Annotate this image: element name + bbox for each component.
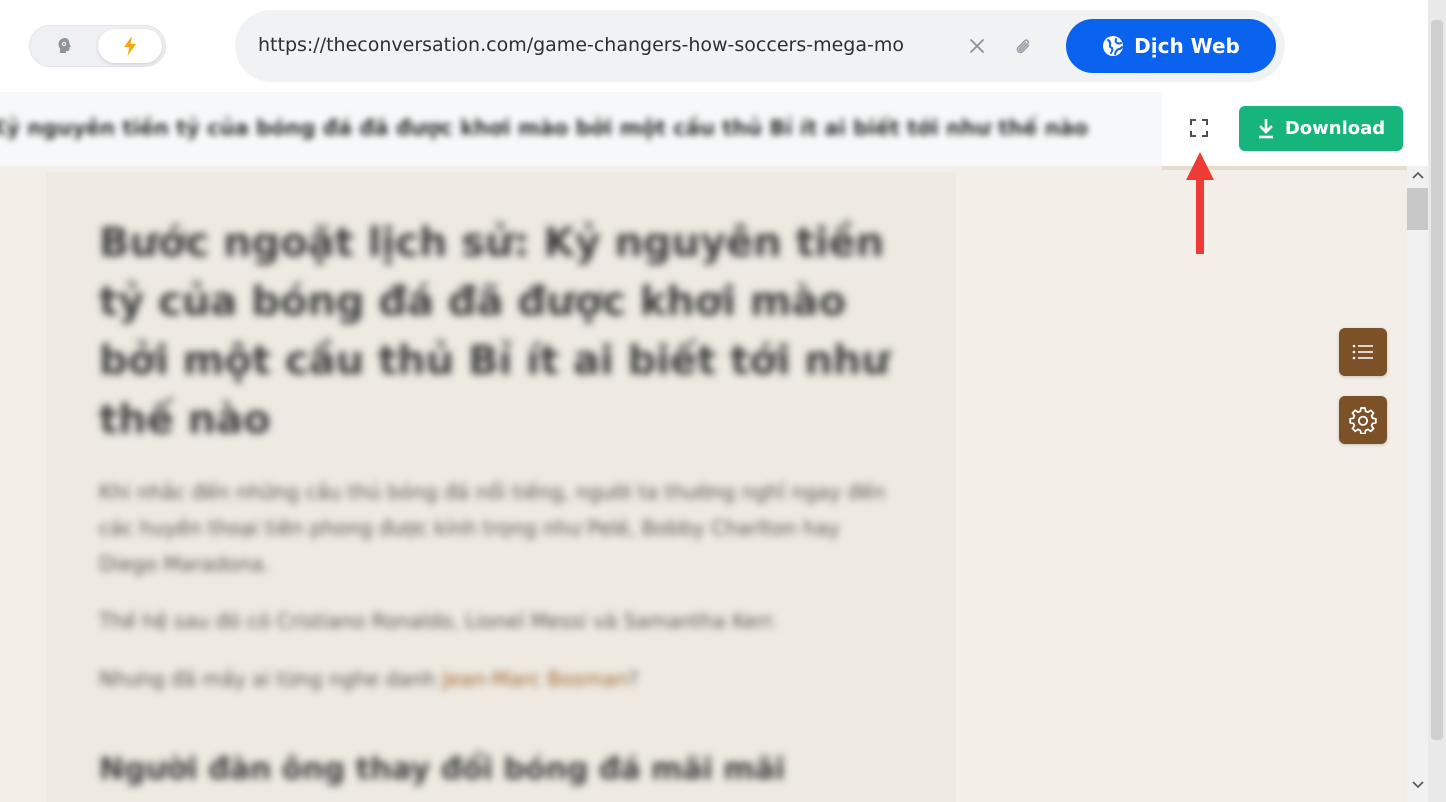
brain-icon [58, 38, 71, 53]
chevron-up-icon[interactable] [1407, 166, 1428, 184]
window-scrollbar-thumb[interactable] [1431, 20, 1443, 740]
download-button[interactable]: Download [1239, 106, 1403, 151]
paperclip-icon[interactable] [1011, 34, 1037, 60]
translate-web-button[interactable]: Dịch Web [1066, 19, 1276, 73]
article-paragraph: Khi nhắc đến những cầu thủ bóng đá nổi t… [99, 480, 886, 576]
article-paragraph: Nhưng đã mấy ai từng nghe danh Jean-Marc… [99, 661, 899, 697]
article-title: Bước ngoặt lịch sử: Kỷ nguyên tiền tỷ củ… [99, 220, 890, 443]
window-scrollbar[interactable] [1428, 0, 1446, 802]
url-input[interactable]: https://theconversation.com/game-changer… [258, 34, 954, 60]
annotation-arrow [1186, 152, 1214, 254]
download-icon [1258, 118, 1273, 138]
mode-option-brain[interactable] [34, 29, 96, 63]
top-bar: https://theconversation.com/game-changer… [0, 0, 1428, 92]
download-label: Download [1284, 118, 1386, 139]
mode-option-lightning[interactable] [98, 29, 162, 63]
fullscreen-icon[interactable] [1185, 114, 1213, 142]
translate-web-label: Dịch Web [1134, 34, 1240, 58]
mode-toggle[interactable] [29, 25, 166, 67]
scrollbar-thumb[interactable] [1407, 188, 1428, 230]
paragraph-suffix: ? [627, 667, 639, 691]
list-icon [1352, 344, 1373, 360]
toolbar-article-title: Kỷ nguyên tiền tỷ của bóng đá đã được kh… [0, 116, 1089, 140]
table-of-contents-button[interactable] [1339, 328, 1387, 376]
app-window: https://theconversation.com/game-changer… [0, 0, 1446, 802]
globe-icon [1103, 36, 1124, 56]
gear-icon [1349, 407, 1377, 434]
chevron-down-icon[interactable] [1407, 776, 1428, 794]
settings-button[interactable] [1339, 396, 1387, 444]
paragraph-text: Nhưng đã mấy ai từng nghe danh [99, 667, 436, 691]
content-scrollbar[interactable] [1407, 166, 1428, 802]
url-bar: https://theconversation.com/game-changer… [235, 10, 1285, 82]
close-icon[interactable] [965, 34, 989, 58]
article-subheading: Người đàn ông thay đổi bóng đá mãi mãi [99, 752, 786, 787]
lightning-icon [124, 36, 136, 56]
article-link[interactable]: Jean-Marc Bosman [442, 667, 628, 691]
article-paragraph: Thế hệ sau đó có Cristiano Ronaldo, Lion… [99, 609, 778, 633]
